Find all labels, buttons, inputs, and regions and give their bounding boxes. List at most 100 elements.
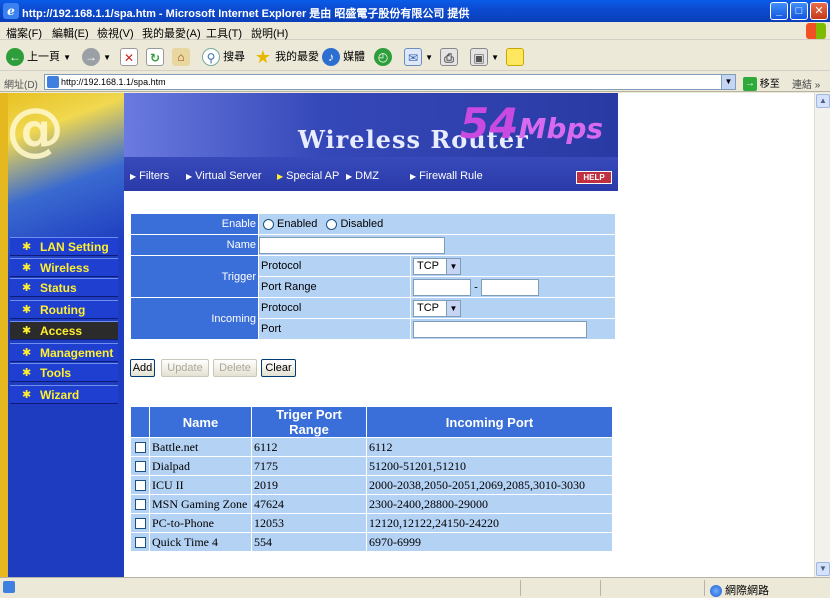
- delete-button[interactable]: Delete: [213, 359, 257, 377]
- sidebar-item-status[interactable]: ✱ Status: [10, 278, 118, 297]
- sidebar-item-access[interactable]: ✱ Access: [10, 321, 118, 340]
- help-button[interactable]: HELP: [576, 171, 612, 184]
- sidebar-edge: [0, 93, 8, 577]
- refresh-button[interactable]: ↻: [146, 47, 164, 67]
- tab-special-ap[interactable]: ▶ Special AP: [277, 170, 339, 182]
- window-titlebar[interactable]: e http://192.168.1.1/spa.htm - Microsoft…: [0, 0, 830, 22]
- chevron-down-icon: ▼: [63, 53, 72, 62]
- home-button[interactable]: ⌂: [172, 47, 190, 67]
- incoming-port-label: Port: [259, 319, 410, 339]
- stop-icon: ✕: [120, 48, 138, 67]
- row-checkbox[interactable]: [134, 461, 146, 473]
- menu-favorites[interactable]: 我的最愛(A): [142, 25, 201, 41]
- tab-label: Special AP: [286, 170, 340, 182]
- scroll-up-icon[interactable]: ▲: [816, 94, 830, 108]
- search-button[interactable]: ⚲ 搜尋: [202, 47, 245, 67]
- tab-filters[interactable]: ▶ Filters: [130, 170, 169, 182]
- incoming-protocol-select[interactable]: TCP ▼: [413, 299, 461, 317]
- star-icon: ★: [254, 47, 272, 68]
- tab-dmz[interactable]: ▶ DMZ: [346, 170, 379, 182]
- media-button[interactable]: ♪ 媒體: [322, 47, 365, 67]
- minimize-button[interactable]: _: [770, 2, 788, 20]
- chevron-down-icon: ▼: [446, 300, 460, 316]
- table-header-incoming: Incoming Port: [367, 407, 612, 437]
- table-row[interactable]: Battle.net 6112 6112: [131, 438, 612, 456]
- table-header-row: Name Triger Port Range Incoming Port: [131, 407, 612, 437]
- note-icon: [506, 48, 524, 67]
- go-button[interactable]: → 移至: [743, 75, 780, 92]
- back-button[interactable]: ← 上一頁 ▼: [6, 47, 71, 67]
- row-incoming: 12120,12122,24150-24220: [367, 514, 612, 532]
- chevron-down-icon: ▼: [103, 53, 111, 62]
- table-row[interactable]: Quick Time 4 554 6970-6999: [131, 533, 612, 551]
- chevron-down-icon[interactable]: ▼: [721, 75, 735, 89]
- address-bar: 網址(D) http://192.168.1.1/spa.htm ▼ → 移至 …: [0, 72, 830, 92]
- clear-button[interactable]: Clear: [261, 359, 296, 377]
- history-button[interactable]: ◴: [374, 47, 392, 67]
- scroll-down-icon[interactable]: ▼: [816, 562, 830, 576]
- trigger-port-end-input[interactable]: [480, 278, 539, 296]
- row-checkbox[interactable]: [134, 537, 146, 549]
- section-tabs: ▶ Filters ▶ Virtual Server ▶ Special AP ▶ DM…: [124, 169, 618, 187]
- home-icon: ⌂: [172, 48, 190, 67]
- enabled-label: Enabled: [277, 218, 318, 230]
- stop-button[interactable]: ✕: [120, 47, 138, 67]
- sidebar-item-wizard[interactable]: ✱ Wizard: [10, 385, 118, 404]
- trigger-port-start-input[interactable]: [413, 278, 471, 296]
- print-button[interactable]: ⎙: [440, 47, 458, 67]
- forward-button[interactable]: → ▼: [82, 47, 111, 67]
- mail-button[interactable]: ✉ ▼: [404, 47, 433, 67]
- star-icon: ✱: [22, 241, 32, 253]
- incoming-port-input[interactable]: [413, 320, 587, 338]
- row-incoming: 51200-51201,51210: [367, 457, 612, 475]
- globe-icon: [710, 585, 722, 598]
- sidebar-item-wireless[interactable]: ✱ Wireless: [10, 258, 118, 277]
- sidebar-item-tools[interactable]: ✱ Tools: [10, 363, 118, 382]
- update-button[interactable]: Update: [161, 359, 209, 377]
- triangle-right-icon: ▶: [186, 172, 193, 181]
- zone-label: 網際網路: [725, 585, 769, 597]
- menu-edit[interactable]: 編輯(E): [52, 25, 89, 41]
- tab-virtual-server[interactable]: ▶ Virtual Server: [186, 170, 262, 182]
- triangle-right-icon: ▶: [277, 172, 284, 181]
- close-button[interactable]: ✕: [810, 2, 828, 20]
- disabled-radio[interactable]: [326, 218, 338, 230]
- links-button[interactable]: 連結 »: [792, 76, 820, 91]
- edit-button[interactable]: ▣ ▼: [470, 47, 499, 67]
- maximize-button[interactable]: □: [790, 2, 808, 20]
- tab-firewall-rule[interactable]: ▶ Firewall Rule: [410, 170, 483, 182]
- sidebar-item-routing[interactable]: ✱ Routing: [10, 300, 118, 319]
- messenger-button[interactable]: [506, 47, 524, 67]
- add-button[interactable]: Add: [130, 359, 155, 377]
- row-checkbox[interactable]: [134, 518, 146, 530]
- mail-icon: ✉: [404, 48, 422, 67]
- row-checkbox[interactable]: [134, 442, 146, 454]
- table-row[interactable]: ICU II 2019 2000-2038,2050-2051,2069,208…: [131, 476, 612, 494]
- vertical-scrollbar[interactable]: ▲ ▼: [814, 93, 830, 577]
- name-input[interactable]: [259, 236, 445, 254]
- incoming-label: Incoming: [131, 298, 258, 339]
- table-row[interactable]: PC-to-Phone 12053 12120,12122,24150-2422…: [131, 514, 612, 532]
- row-name: ICU II: [150, 476, 251, 494]
- triangle-right-icon: ▶: [130, 172, 137, 181]
- go-label: 移至: [759, 79, 780, 90]
- menu-help[interactable]: 說明(H): [251, 25, 288, 41]
- row-incoming: 6970-6999: [367, 533, 612, 551]
- row-trigger: 47624: [252, 495, 366, 513]
- media-label: 媒體: [343, 51, 366, 63]
- trigger-protocol-select[interactable]: TCP ▼: [413, 257, 461, 275]
- row-checkbox[interactable]: [134, 499, 146, 511]
- enabled-radio[interactable]: [263, 218, 274, 230]
- table-row[interactable]: Dialpad 7175 51200-51201,51210: [131, 457, 612, 475]
- menu-view[interactable]: 檢視(V): [97, 25, 134, 41]
- sidebar-item-lan-setting[interactable]: ✱ LAN Setting: [10, 237, 118, 256]
- row-checkbox[interactable]: [134, 480, 146, 492]
- address-input[interactable]: http://192.168.1.1/spa.htm ▼: [44, 74, 736, 90]
- menu-tools[interactable]: 工具(T): [206, 25, 242, 41]
- sidebar-item-management[interactable]: ✱ Management: [10, 343, 118, 362]
- menu-file[interactable]: 檔案(F): [6, 25, 42, 41]
- favorites-button[interactable]: ★ 我的最愛: [254, 47, 319, 67]
- enable-label: Enable: [131, 214, 258, 234]
- edit-page-icon: ▣: [470, 48, 488, 67]
- table-row[interactable]: MSN Gaming Zone 47624 2300-2400,28800-29…: [131, 495, 612, 513]
